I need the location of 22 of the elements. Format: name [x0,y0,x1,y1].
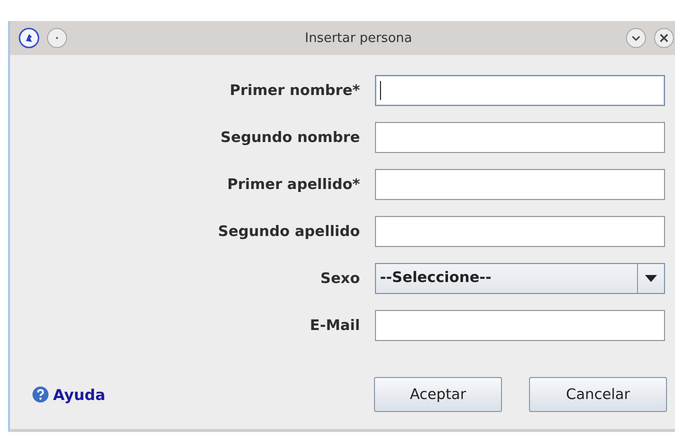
caret-icon [645,274,657,282]
dialog-button[interactable]: Aceptar [374,377,502,412]
field-label: Primer apellido* [226,176,360,192]
text-field[interactable] [375,75,665,106]
help-link[interactable]: Ayuda [32,386,106,404]
dialog-button[interactable]: Cancelar [529,377,667,412]
field-label: Segundo apellido [217,224,360,240]
text-field[interactable] [375,169,665,200]
menu-icon[interactable] [46,27,68,49]
app-icon[interactable] [18,27,40,49]
field-label: Primer nombre* [228,82,360,98]
field-label: Segundo nombre [220,130,360,146]
text-field[interactable] [375,216,665,247]
close-icon[interactable] [653,27,675,49]
minimize-icon[interactable] [625,27,647,49]
field-label: E-Mail [308,318,360,334]
text-field[interactable] [375,310,665,341]
field-label: Sexo [319,270,360,286]
help-icon [32,386,49,403]
window-title: Insertar persona [304,30,414,46]
gender-dropdown[interactable]: --Seleccione-- [375,263,665,294]
text-field[interactable] [375,122,665,153]
